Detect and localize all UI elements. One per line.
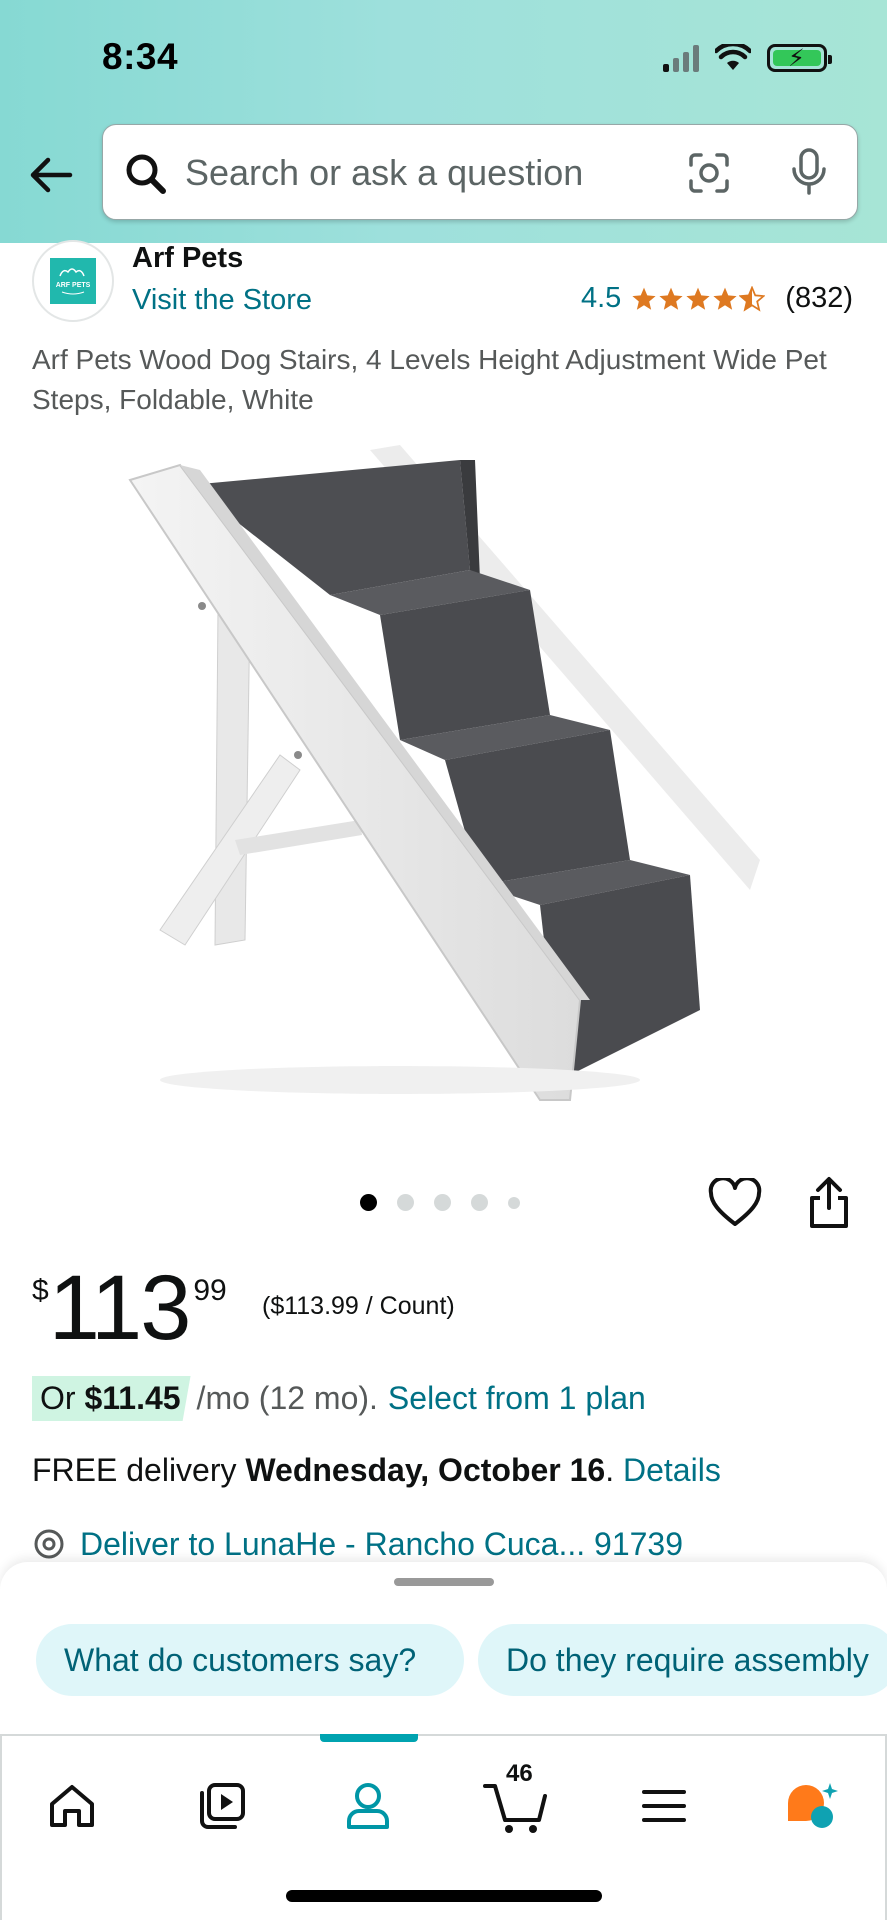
image-carousel-dots[interactable] bbox=[360, 1194, 520, 1211]
search-bar[interactable] bbox=[102, 124, 858, 220]
star-icon bbox=[686, 287, 710, 310]
price: $ 113 99 bbox=[32, 1262, 227, 1354]
tabbar-left-border bbox=[0, 1734, 2, 1920]
cellular-signal-icon bbox=[663, 44, 699, 72]
delivery-suffix: . bbox=[605, 1452, 623, 1488]
tab-menu[interactable] bbox=[628, 1770, 700, 1842]
share-icon[interactable] bbox=[804, 1176, 854, 1230]
account-person-icon bbox=[347, 1783, 389, 1829]
video-play-icon bbox=[200, 1783, 245, 1829]
carousel-dot[interactable] bbox=[360, 1194, 377, 1211]
carousel-dot[interactable] bbox=[471, 1194, 488, 1211]
tab-video[interactable] bbox=[186, 1770, 258, 1842]
price-currency: $ bbox=[32, 1274, 49, 1307]
product-image[interactable] bbox=[100, 440, 780, 1110]
active-tab-indicator bbox=[320, 1734, 418, 1742]
delivery-details-link[interactable]: Details bbox=[623, 1452, 721, 1488]
brand-name: Arf Pets bbox=[132, 242, 244, 274]
heart-icon[interactable] bbox=[708, 1178, 762, 1228]
microphone-icon[interactable] bbox=[789, 147, 829, 197]
delivery-date: Wednesday, October 16 bbox=[245, 1452, 606, 1488]
arf-pets-logo-icon: ARF PETS bbox=[50, 258, 96, 304]
home-indicator bbox=[286, 1890, 602, 1902]
search-input[interactable] bbox=[185, 145, 645, 201]
status-icons: ⚡ bbox=[663, 44, 832, 72]
visit-store-link[interactable]: Visit the Store bbox=[132, 284, 312, 317]
financing-prefix: Or bbox=[40, 1380, 85, 1416]
financing-pill: Or $11.45 bbox=[32, 1376, 191, 1421]
product-title: Arf Pets Wood Dog Stairs, 4 Levels Heigh… bbox=[32, 344, 827, 415]
header: 8:34 ⚡ bbox=[0, 0, 887, 243]
price-whole: 113 bbox=[48, 1257, 192, 1359]
brand-logo[interactable]: ARF PETS bbox=[32, 240, 114, 322]
svg-text:ARF PETS: ARF PETS bbox=[56, 282, 91, 289]
carousel-dot[interactable] bbox=[434, 1194, 451, 1211]
financing-amount: $11.45 bbox=[84, 1380, 181, 1416]
financing-term: /mo (12 mo). bbox=[196, 1380, 378, 1416]
suggestion-chip[interactable]: Do they require assembly bbox=[478, 1624, 887, 1696]
deliver-to-link[interactable]: Deliver to LunaHe - Rancho Cuca... 91739 bbox=[32, 1526, 683, 1563]
wifi-icon bbox=[715, 44, 751, 70]
financing-offer: Or $11.45 /mo (12 mo). Select from 1 pla… bbox=[32, 1376, 646, 1421]
unit-price: ($113.99 / Count) bbox=[262, 1292, 455, 1320]
back-arrow-icon[interactable] bbox=[24, 148, 78, 202]
deliver-to-text: Deliver to LunaHe - Rancho Cuca... 91739 bbox=[80, 1526, 684, 1562]
status-time: 8:34 bbox=[102, 36, 179, 77]
half-star-icon bbox=[739, 285, 766, 312]
star-icon bbox=[659, 287, 683, 310]
suggestion-chip[interactable]: What do customers say? bbox=[36, 1624, 464, 1696]
sheet-grabber[interactable] bbox=[394, 1578, 494, 1586]
location-pin-icon bbox=[34, 1529, 64, 1558]
star-icon bbox=[713, 287, 737, 310]
select-plan-link[interactable]: Select from 1 plan bbox=[388, 1380, 646, 1417]
delivery-info: FREE delivery Wednesday, October 16. Det… bbox=[32, 1452, 721, 1489]
rating-count: (832) bbox=[785, 282, 853, 314]
tab-account[interactable] bbox=[332, 1770, 404, 1842]
star-icon bbox=[632, 287, 656, 310]
delivery-prefix: FREE delivery bbox=[32, 1452, 246, 1488]
battery-icon: ⚡ bbox=[767, 44, 832, 72]
camera-lens-icon[interactable] bbox=[687, 151, 731, 195]
rufus-suggestion-sheet: What do customers say? Do they require a… bbox=[0, 1562, 887, 1736]
carousel-dot[interactable] bbox=[508, 1196, 520, 1209]
carousel-dot[interactable] bbox=[397, 1194, 414, 1211]
rufus-assistant-icon bbox=[788, 1783, 838, 1828]
tab-home[interactable] bbox=[36, 1770, 108, 1842]
home-icon bbox=[50, 1785, 94, 1827]
rating-summary[interactable]: 4.5 (832) bbox=[581, 282, 853, 315]
hamburger-menu-icon bbox=[642, 1790, 686, 1822]
search-icon bbox=[126, 154, 166, 194]
rating-value: 4.5 bbox=[580, 282, 622, 314]
price-fraction: 99 bbox=[193, 1274, 227, 1307]
cart-count-badge: 46 bbox=[506, 1760, 533, 1787]
bottom-tab-bar: 46 bbox=[0, 1734, 887, 1920]
star-rating bbox=[631, 285, 766, 312]
tab-rufus[interactable] bbox=[776, 1770, 848, 1842]
